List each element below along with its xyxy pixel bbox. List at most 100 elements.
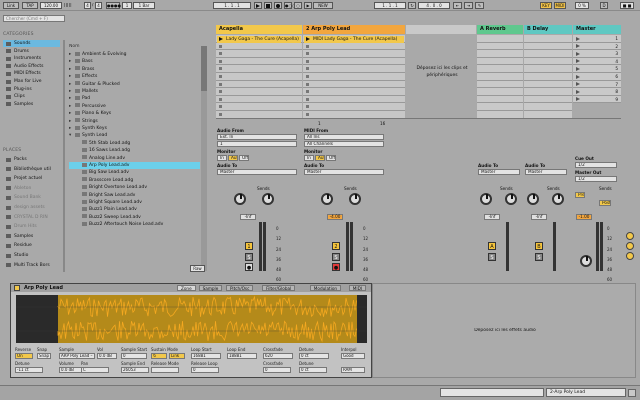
track-activator-button[interactable]: 1 xyxy=(245,242,253,250)
solo-button[interactable]: S xyxy=(245,253,253,261)
solo-button[interactable]: S xyxy=(535,253,543,261)
clip-slot[interactable] xyxy=(216,88,302,96)
param-value[interactable]: 0 xyxy=(191,367,219,373)
post-button[interactable]: Post xyxy=(599,200,611,206)
crossfade-field[interactable]: 620 xyxy=(263,353,293,359)
monitor-off-button[interactable]: Off xyxy=(326,155,336,161)
monitor-in-button[interactable]: In xyxy=(217,155,227,161)
param-value[interactable]: 0 xyxy=(263,367,291,373)
input-channel-select[interactable]: 1 xyxy=(217,141,297,147)
send-b-knob[interactable] xyxy=(552,193,564,205)
clip-slot[interactable] xyxy=(303,65,405,73)
scene-launch[interactable]: 5 xyxy=(573,65,621,73)
clip-slot[interactable] xyxy=(303,73,405,81)
clip[interactable]: MIDI Lady Gaga - The Cure (Acapella) xyxy=(304,35,404,43)
param-value[interactable]: C xyxy=(81,367,109,373)
sustain-mode-toggle[interactable]: ↻ xyxy=(151,353,167,359)
send-a-knob[interactable] xyxy=(234,193,246,205)
clip-slot[interactable] xyxy=(303,103,405,111)
device-tab-filter-global[interactable]: Filter/Global xyxy=(262,285,296,291)
clip-slot[interactable] xyxy=(303,50,405,58)
volume-field[interactable]: 0.0 dB xyxy=(97,353,117,359)
clip-slot[interactable] xyxy=(216,57,302,66)
clip[interactable]: Lady Gaga - The Cure (Acapella) xyxy=(217,35,301,43)
scene-launch[interactable]: 3 xyxy=(573,50,621,58)
volume-field[interactable]: -4.00 xyxy=(327,214,343,220)
return-header-2[interactable]: B Delay xyxy=(524,25,572,34)
link-toggle[interactable]: Link xyxy=(169,353,185,359)
scene-launch[interactable]: 2 xyxy=(573,42,621,51)
arm-button[interactable]: ● xyxy=(332,263,340,271)
cue-out-select[interactable]: 1/2 xyxy=(575,162,617,168)
input-channel-select[interactable]: All Channels xyxy=(304,141,384,147)
clip-slot[interactable] xyxy=(303,80,405,89)
clip-slot[interactable] xyxy=(303,57,405,66)
pre-button[interactable]: Pre xyxy=(575,192,585,198)
send-a-knob[interactable] xyxy=(321,193,333,205)
ram-toggle[interactable]: RAM xyxy=(341,367,365,373)
scene-launch[interactable]: 4 xyxy=(573,57,621,66)
solo-button[interactable]: S xyxy=(332,253,340,261)
param-value[interactable] xyxy=(151,367,179,373)
device-tab-zone[interactable]: Zone xyxy=(177,285,196,291)
scene-launch[interactable]: 6 xyxy=(573,73,621,81)
clip-slot[interactable] xyxy=(216,103,302,111)
return-header-1[interactable]: A Reverb xyxy=(477,25,523,34)
send-a-knob[interactable] xyxy=(527,193,539,205)
return-output-select[interactable]: Master xyxy=(478,169,520,175)
output-select[interactable]: Master xyxy=(217,169,297,175)
master-volume-field[interactable]: -1.00 xyxy=(576,214,592,220)
device-tab-pitch-osc[interactable]: Pitch/Osc xyxy=(226,285,254,291)
master-header[interactable]: Master xyxy=(573,25,621,34)
loop-end-field[interactable]: 18881 xyxy=(227,353,257,359)
clip-slot[interactable] xyxy=(216,95,302,104)
send-b-knob[interactable] xyxy=(349,193,361,205)
scene-launch[interactable]: 8 xyxy=(573,88,621,96)
send-a-knob[interactable] xyxy=(480,193,492,205)
monitor-auto-button[interactable]: Auto xyxy=(315,155,325,161)
monitor-in-button[interactable]: In xyxy=(304,155,314,161)
clip-slot[interactable] xyxy=(216,42,302,51)
mini-overview[interactable] xyxy=(440,388,544,397)
output-select[interactable]: Master xyxy=(304,169,384,175)
send-b-knob[interactable] xyxy=(262,193,274,205)
interpolation-select[interactable]: Good xyxy=(341,353,365,359)
return-volume-field[interactable]: -Inf xyxy=(484,214,500,220)
scene-launch[interactable]: 1 xyxy=(573,35,621,43)
input-type-select[interactable]: Ext. In xyxy=(217,134,297,140)
param-value[interactable]: 0 ct xyxy=(299,367,327,373)
clip-slot[interactable] xyxy=(216,80,302,89)
return-activator-button[interactable]: A xyxy=(488,242,496,250)
device-tab-midi[interactable]: MIDI xyxy=(348,285,367,291)
monitor-auto-button[interactable]: Auto xyxy=(228,155,238,161)
master-out-select[interactable]: 1/2 xyxy=(575,176,617,182)
solo-button[interactable]: S xyxy=(488,253,496,261)
device-on-toggle[interactable] xyxy=(14,285,20,291)
effects-drop-area[interactable]: Déposez ici les effets audio xyxy=(372,283,636,378)
sample-select[interactable]: ARP Poly Lead – Forte xyxy=(59,353,95,359)
send-b-knob[interactable] xyxy=(505,193,517,205)
monitor-off-button[interactable]: Off xyxy=(239,155,249,161)
clip-slot[interactable] xyxy=(303,95,405,104)
crossfade-assign-button[interactable] xyxy=(626,242,634,250)
snap-toggle[interactable]: Snap xyxy=(37,353,51,359)
sample-start-field[interactable]: 0 xyxy=(121,353,147,359)
crossfade-assign-button[interactable] xyxy=(626,232,634,240)
track-header-1[interactable]: Acapella xyxy=(216,25,302,34)
clip-slot[interactable] xyxy=(303,88,405,96)
return-activator-button[interactable]: B xyxy=(535,242,543,250)
track-activator-button[interactable]: 2 xyxy=(332,242,340,250)
device-tab-sample[interactable]: Sample xyxy=(198,285,223,291)
cue-volume-knob[interactable] xyxy=(580,255,592,267)
crossfade-assign-button[interactable] xyxy=(626,252,634,260)
track-header-2[interactable]: 2 Arp Poly Lead xyxy=(303,25,405,34)
device-tab-modulation[interactable]: Modulation xyxy=(309,285,342,291)
scene-launch[interactable]: 7 xyxy=(573,80,621,89)
return-output-select[interactable]: Master xyxy=(525,169,567,175)
loop-start-field[interactable]: 16881 xyxy=(191,353,221,359)
input-type-select[interactable]: All Ins xyxy=(304,134,384,140)
clip-slot[interactable] xyxy=(216,50,302,58)
scene-launch[interactable]: 9 xyxy=(573,95,621,104)
param-value[interactable]: -11 ct xyxy=(15,367,43,373)
waveform-display[interactable] xyxy=(16,295,367,343)
